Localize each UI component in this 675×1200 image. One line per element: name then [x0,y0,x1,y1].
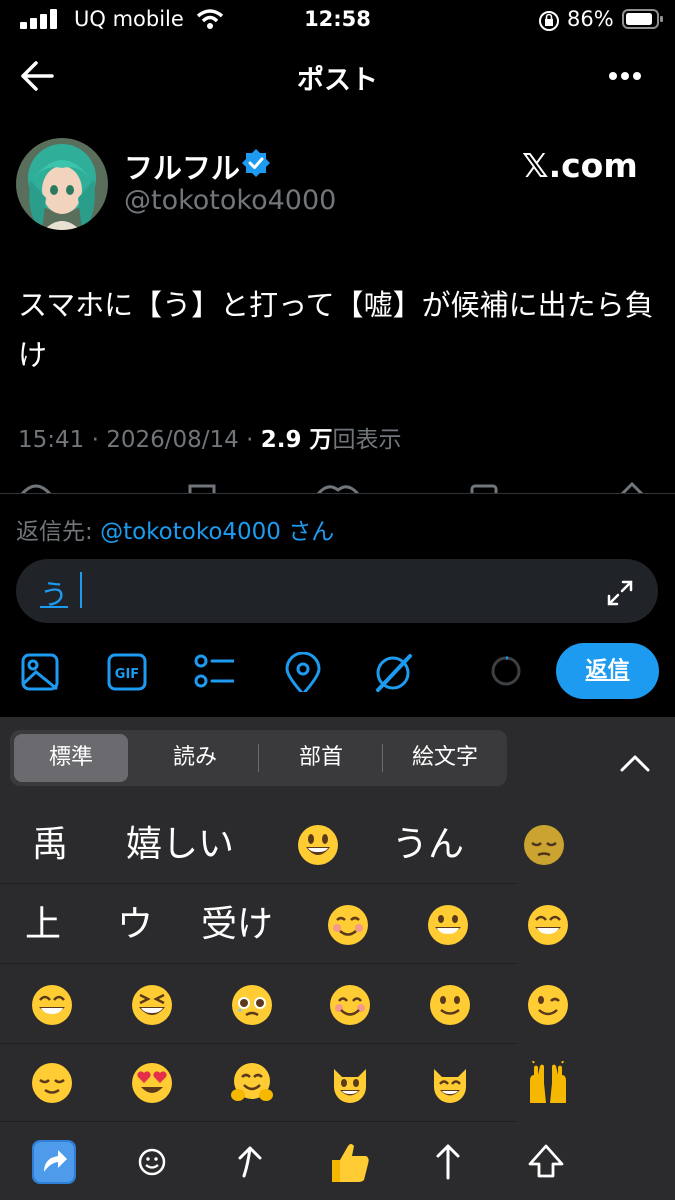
author-handle[interactable]: @tokotoko4000 [124,185,336,216]
pensive-face-emoji[interactable] [522,823,566,867]
tab-reading[interactable]: 読み [134,730,256,786]
collapse-candidates-icon[interactable] [620,753,650,773]
beaming-face-emoji[interactable] [526,903,570,947]
reply-button[interactable]: 返信 [556,643,659,699]
page-title: ポスト [297,65,378,96]
post-meta: 15:41 · 2026/08/14 · 2.9 万回表示 [18,420,401,454]
reply-to-label: 返信先: [16,519,101,545]
candidate[interactable]: うん [382,813,474,877]
reply-input[interactable]: う [16,559,658,623]
tab-standard[interactable]: 標準 [14,734,128,782]
status-bar: UQ mobile 12:58 86% [0,0,675,38]
grinning-cat-smiling-eyes-emoji[interactable] [428,1061,472,1105]
reply-input-text[interactable]: う [40,573,68,613]
slightly-smiling-emoji[interactable] [428,983,472,1027]
tab-radical[interactable]: 部首 [260,730,382,786]
holding-back-tears-emoji[interactable] [230,983,274,1027]
laughing-face-emoji[interactable] [130,983,174,1027]
post-actions-row [20,481,644,494]
raising-hands-emoji[interactable] [526,1061,570,1105]
location-icon[interactable] [283,652,323,692]
keyboard-switch-arrow-icon[interactable] [30,1138,78,1186]
tab-divider [258,744,259,772]
more-options-icon[interactable] [608,70,642,82]
beaming-face-emoji[interactable] [30,983,74,1027]
row-divider [0,883,517,884]
verified-badge-icon [242,149,270,177]
thumbs-up-emoji[interactable] [326,1138,374,1186]
row-divider [0,1121,517,1122]
up-arrow-icon[interactable] [424,1138,472,1186]
candidate[interactable]: 上 [14,893,72,957]
author-name[interactable]: フルフル [124,145,240,187]
smiling-face-emoji[interactable] [326,903,370,947]
emoji-keyboard-icon[interactable] [128,1138,176,1186]
view-label: 回表示 [332,427,402,453]
shift-icon[interactable] [522,1138,570,1186]
expand-icon[interactable] [606,579,634,607]
candidate[interactable]: 受け [192,893,282,957]
svg-text:GIF: GIF [115,667,139,682]
grinning-teeth-emoji[interactable] [426,903,470,947]
heart-eyes-emoji[interactable] [130,1061,174,1105]
keyboard [0,717,675,1200]
avatar[interactable] [16,138,108,230]
grinning-face-emoji[interactable] [296,823,340,867]
reply-to: 返信先: @tokotoko4000 さん [16,512,334,546]
candidate[interactable]: ウ [110,893,160,957]
grok-icon[interactable] [372,652,412,692]
candidate-mode-tabs: 標準 読み 部首 絵文字 [10,730,507,786]
poll-icon[interactable] [194,652,234,692]
grinning-cat-emoji[interactable] [328,1061,372,1105]
hugging-face-emoji[interactable] [230,1061,274,1105]
row-divider [0,1043,517,1044]
x-logo: 𝕏.com [522,146,638,185]
tab-emoji[interactable]: 絵文字 [384,730,506,786]
cursor-up-arrow-icon[interactable] [226,1138,274,1186]
candidate[interactable]: 嬉しい [112,813,248,877]
battery-icon [622,9,663,29]
reply-to-handle[interactable]: @tokotoko4000 さん [100,519,334,545]
gif-icon[interactable]: GIF [107,652,147,692]
relieved-face-emoji[interactable] [30,1061,74,1105]
view-count: 2.9 万 [260,427,333,453]
character-count-ring [491,656,521,686]
row-divider [0,963,517,964]
image-icon[interactable] [20,652,60,692]
post-text: スマホに【う】と打って【嘘】が候補に出たら負け [18,288,654,372]
battery-percent: 86% [567,7,614,31]
smiling-eyes-emoji[interactable] [328,983,372,1027]
candidate[interactable]: 禹 [20,813,80,877]
tab-divider [382,744,383,772]
rotation-lock-icon [539,11,559,31]
winking-face-emoji[interactable] [526,983,570,1027]
post-timestamp: 15:41 · 2026/08/14 · [18,427,261,453]
text-caret [80,572,82,608]
